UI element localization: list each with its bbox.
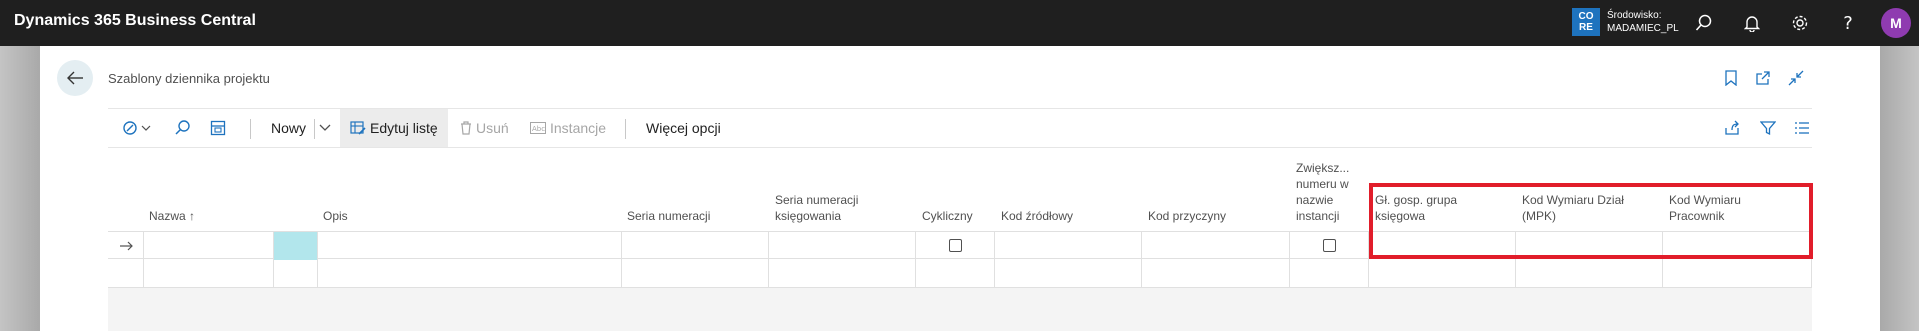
cell-dimension-employee[interactable] — [1663, 260, 1812, 288]
bell-icon[interactable] — [1740, 11, 1764, 35]
separator — [250, 119, 251, 139]
cell-source-code[interactable] — [995, 260, 1142, 288]
page-title: Szablony dziennika projektu — [108, 71, 270, 86]
increment-line4: instancji — [1296, 209, 1340, 223]
chevron-down-icon — [319, 124, 331, 131]
trash-icon — [460, 121, 472, 135]
column-header-recurring[interactable]: Cykliczny — [922, 208, 973, 224]
search-icon[interactable] — [1692, 11, 1716, 35]
new-button[interactable]: Nowy — [271, 109, 306, 147]
filter-button[interactable] — [1760, 109, 1776, 147]
cell-posting-no-series[interactable] — [769, 260, 916, 288]
column-header-name[interactable]: Nazwa ↑ — [149, 208, 195, 224]
column-header-increment-batch-name[interactable]: Zwiększ... numeru w nazwie instancji — [1296, 160, 1349, 224]
copilot-menu[interactable] — [122, 109, 152, 147]
app-title[interactable]: Dynamics 365 Business Central — [14, 12, 256, 30]
env-badge-line1: CO — [1578, 11, 1594, 22]
cell-reason-code[interactable] — [1142, 260, 1290, 288]
action-bar: Nowy Edytuj listę Usuń Abc Instancje Wię… — [108, 108, 1812, 148]
separator — [314, 119, 315, 139]
cell-gen-bus-posting-group[interactable] — [1369, 260, 1516, 288]
cell-no-series[interactable] — [622, 260, 769, 288]
recurring-checkbox[interactable] — [949, 239, 962, 252]
more-options-label: Więcej opcji — [646, 120, 721, 136]
new-label: Nowy — [271, 120, 307, 136]
open-new-window-icon[interactable] — [1753, 68, 1773, 88]
increment-line3: nazwie — [1296, 193, 1334, 207]
delete-button[interactable]: Usuń — [460, 109, 509, 147]
environment-info[interactable]: Środowisko: MADAMIEC_PL — [1607, 9, 1679, 35]
gear-icon[interactable] — [1788, 11, 1812, 35]
edit-list-label: Edytuj listę — [370, 120, 438, 136]
env-badge-line2: RE — [1579, 22, 1593, 33]
collapse-icon[interactable] — [1786, 68, 1806, 88]
increment-checkbox[interactable] — [1323, 239, 1336, 252]
edit-list-button[interactable]: Edytuj listę — [340, 109, 448, 147]
edit-list-icon — [350, 121, 366, 135]
layout-button[interactable] — [210, 109, 226, 147]
cell-recurring[interactable] — [916, 260, 995, 288]
cell-dimension-department[interactable] — [1516, 260, 1663, 288]
help-icon[interactable]: ? — [1836, 11, 1860, 35]
cell-recurring — [916, 232, 995, 260]
bookmark-icon[interactable] — [1721, 68, 1741, 88]
instances-button[interactable]: Abc Instancje — [530, 109, 606, 147]
table-row[interactable] — [108, 260, 1812, 288]
more-options-button[interactable]: Więcej opcji — [646, 109, 721, 147]
filter-icon — [1760, 121, 1776, 136]
list-icon — [1795, 122, 1809, 134]
row-selector[interactable] — [108, 232, 144, 260]
column-header-reason-code[interactable]: Kod przyczyny — [1148, 208, 1226, 224]
cell-source-code[interactable] — [995, 232, 1142, 260]
search-button[interactable] — [174, 109, 192, 147]
increment-line2: numeru w — [1296, 177, 1349, 191]
row-selector[interactable] — [108, 260, 144, 288]
app-bar: Dynamics 365 Business Central CO RE Środ… — [0, 0, 1919, 46]
cell-drilldown[interactable] — [274, 232, 318, 260]
arrow-right-icon — [120, 241, 133, 251]
table-layout-icon — [210, 120, 226, 136]
avatar[interactable]: M — [1881, 8, 1911, 38]
sort-ascending-icon: ↑ — [189, 209, 196, 223]
cell-posting-no-series[interactable] — [769, 232, 916, 260]
environment-name: MADAMIEC_PL — [1607, 23, 1679, 34]
grid-empty-area — [108, 288, 1812, 331]
new-dropdown-button[interactable] — [318, 109, 332, 147]
cell-name[interactable] — [144, 260, 274, 288]
posting-no-series-line2: księgowania — [775, 209, 842, 223]
instances-icon: Abc — [530, 122, 546, 134]
column-header-no-series[interactable]: Seria numeracji — [627, 208, 710, 224]
posting-no-series-line1: Seria numeracji — [775, 193, 859, 207]
search-icon — [175, 120, 190, 135]
cell-increment-batch-name — [1290, 232, 1369, 260]
delete-label: Usuń — [476, 120, 509, 136]
cell-increment-batch-name[interactable] — [1290, 260, 1369, 288]
cell-name[interactable] — [144, 232, 274, 260]
list-view-button[interactable] — [1794, 109, 1810, 147]
column-header-description[interactable]: Opis — [323, 208, 348, 224]
column-header-name-label: Nazwa — [149, 209, 186, 223]
highlight-box — [1369, 183, 1813, 259]
share-button[interactable] — [1724, 109, 1740, 147]
cell-drilldown[interactable] — [274, 260, 318, 288]
back-button[interactable] — [57, 60, 93, 96]
environment-badge[interactable]: CO RE — [1572, 8, 1600, 36]
column-header-source-code[interactable]: Kod źródłowy — [1001, 208, 1073, 224]
separator — [625, 119, 626, 139]
right-gutter — [1880, 46, 1919, 331]
column-header-posting-no-series[interactable]: Seria numeracji księgowania — [775, 192, 858, 224]
instances-label: Instancje — [550, 120, 607, 136]
environment-label: Środowisko: — [1607, 10, 1662, 21]
arrow-left-icon — [67, 71, 83, 85]
share-icon — [1725, 120, 1739, 135]
left-gutter — [0, 46, 40, 331]
cell-description[interactable] — [318, 260, 622, 288]
svg-text:Abc: Abc — [532, 125, 545, 133]
cell-reason-code[interactable] — [1142, 232, 1290, 260]
cell-no-series[interactable] — [622, 232, 769, 260]
copilot-icon — [123, 121, 151, 135]
cell-description[interactable] — [318, 232, 622, 260]
increment-line1: Zwiększ... — [1296, 161, 1350, 175]
